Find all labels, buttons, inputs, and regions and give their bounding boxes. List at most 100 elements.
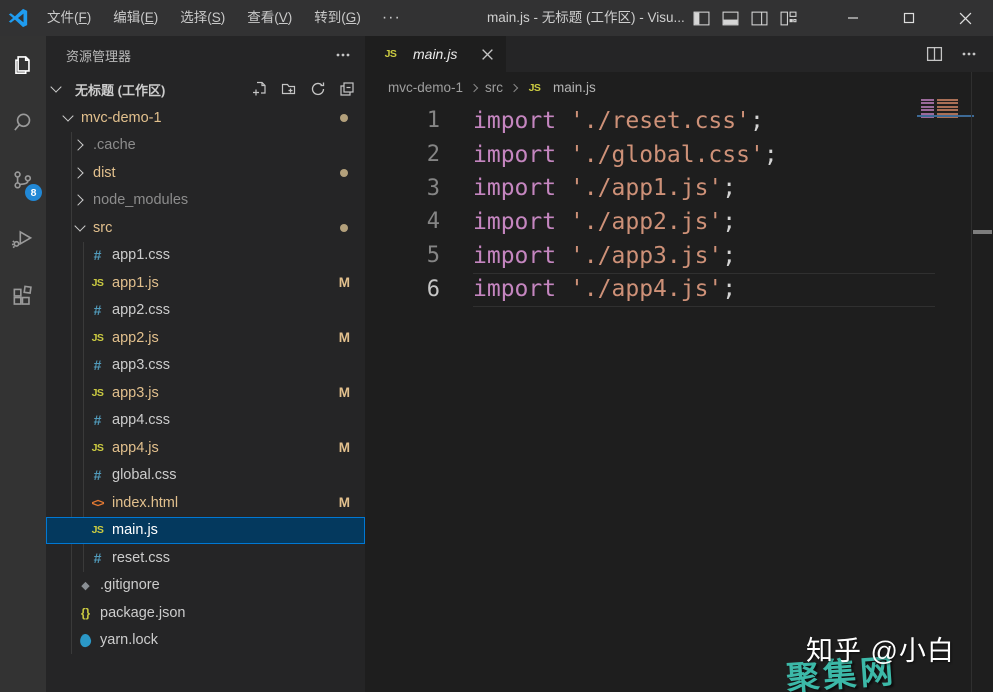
code-editor[interactable]: 1import './reset.css';2import './global.… bbox=[365, 103, 993, 692]
tree-item-src[interactable]: src bbox=[46, 214, 365, 242]
tree-item-app3.js[interactable]: app3.js M bbox=[46, 379, 365, 407]
tree-item-app3.css[interactable]: app3.css bbox=[46, 352, 365, 380]
breadcrumb: mvc-demo-1 src main.js bbox=[365, 72, 993, 103]
menu-item[interactable]: 选择(S) bbox=[169, 0, 236, 36]
tree-item-.gitignore[interactable]: .gitignore bbox=[46, 572, 365, 600]
css-file-icon bbox=[88, 357, 107, 373]
file-label: node_modules bbox=[93, 192, 188, 208]
line-number: 5 bbox=[365, 243, 440, 268]
split-editor-icon[interactable] bbox=[926, 46, 943, 62]
tree-item-app1.css[interactable]: app1.css bbox=[46, 242, 365, 270]
code-line-5[interactable]: 5 import './app3.js'; bbox=[365, 239, 993, 273]
sidebar-header: 资源管理器 bbox=[46, 36, 365, 74]
css-file-icon bbox=[88, 412, 107, 428]
json-file-icon bbox=[76, 606, 95, 620]
tree-item-app1.js[interactable]: app1.jsM bbox=[46, 269, 365, 297]
refresh-icon[interactable] bbox=[310, 81, 326, 97]
close-tab-icon[interactable] bbox=[481, 48, 494, 61]
tree-item-dist[interactable]: dist bbox=[46, 159, 365, 187]
file-label: src bbox=[93, 220, 112, 236]
tree-item-yarn.lock[interactable]: yarn.lock bbox=[46, 627, 365, 655]
file-label: app2.js bbox=[112, 330, 159, 346]
menu-item[interactable]: 编辑(E) bbox=[102, 0, 169, 36]
tree-item-app2.js[interactable]: app2.js M bbox=[46, 324, 365, 352]
minimize-button[interactable] bbox=[825, 0, 881, 36]
menu-item[interactable]: 文件(F) bbox=[36, 0, 102, 36]
chevron-right-icon bbox=[72, 195, 83, 206]
file-label: main.js bbox=[112, 522, 158, 538]
close-window-button[interactable] bbox=[937, 0, 993, 36]
workspace-section-header[interactable]: 无标题 (工作区) bbox=[46, 74, 365, 104]
git-modified-badge: M bbox=[339, 495, 350, 510]
explorer-icon[interactable] bbox=[0, 36, 46, 94]
vscode-logo-icon bbox=[0, 7, 36, 29]
menu-item[interactable]: 查看(V) bbox=[236, 0, 303, 36]
chevron-right-icon bbox=[72, 167, 83, 178]
tree-item-index.html[interactable]: index.htmlM bbox=[46, 489, 365, 517]
tree-item-app4.js[interactable]: app4.jsM bbox=[46, 434, 365, 462]
breadcrumb-item-mvc-demo-1[interactable]: mvc-demo-1 bbox=[388, 80, 463, 95]
git-modified-badge: M bbox=[339, 330, 350, 345]
title-bar: 文件(F)编辑(E)选择(S)查看(V)转到(G) ··· main.js - … bbox=[0, 0, 993, 36]
git-modified-badge: M bbox=[339, 440, 350, 455]
window-title: main.js - 无标题 (工作区) - Visu... bbox=[487, 0, 685, 36]
breadcrumb-separator-icon bbox=[470, 83, 478, 91]
css-file-icon bbox=[88, 247, 107, 263]
breadcrumb-item-file[interactable]: main.js bbox=[525, 80, 596, 95]
file-label: global.css bbox=[112, 467, 176, 483]
explorer-more-actions-icon[interactable] bbox=[335, 47, 351, 63]
new-file-icon[interactable] bbox=[252, 81, 268, 97]
tab-bar: main.js bbox=[365, 36, 993, 72]
window-controls bbox=[693, 0, 993, 36]
maximize-button[interactable] bbox=[881, 0, 937, 36]
tab-main-js[interactable]: main.js bbox=[365, 36, 507, 72]
code-line-3[interactable]: 3import './app1.js'; bbox=[365, 171, 993, 205]
file-label: app3.js bbox=[112, 385, 159, 401]
activity-bar: 8 bbox=[0, 36, 46, 692]
toggle-panel-icon[interactable] bbox=[722, 11, 739, 26]
tree-item-main.js[interactable]: main.js bbox=[46, 517, 365, 545]
editor-group: main.js mvc-demo-1 src main.js 1import './… bbox=[365, 36, 993, 692]
code-text: import './app3.js'; bbox=[473, 243, 736, 269]
chevron-down-icon bbox=[62, 110, 73, 121]
toggle-sidebar-icon[interactable] bbox=[693, 11, 710, 26]
search-icon[interactable] bbox=[0, 94, 46, 152]
tree-item-global.css[interactable]: global.css bbox=[46, 462, 365, 490]
tree-item-reset.css[interactable]: reset.css bbox=[46, 544, 365, 572]
vscode-window: { "window": { "title": "main.js - 无标题 (工… bbox=[0, 0, 993, 692]
breadcrumb-item-src[interactable]: src bbox=[485, 80, 503, 95]
code-text: import './reset.css'; bbox=[473, 108, 764, 134]
file-label: package.json bbox=[100, 605, 185, 621]
run-debug-icon[interactable] bbox=[0, 210, 46, 268]
file-label: .cache bbox=[93, 137, 136, 153]
git-modified-badge: M bbox=[339, 385, 350, 400]
file-label: app1.css bbox=[112, 247, 170, 263]
source-control-icon[interactable]: 8 bbox=[0, 152, 46, 210]
menu-item[interactable]: 转到(G) bbox=[303, 0, 372, 36]
menu-overflow-button[interactable]: ··· bbox=[372, 0, 411, 36]
extensions-icon[interactable] bbox=[0, 268, 46, 326]
tree-item-app2.css[interactable]: app2.css bbox=[46, 297, 365, 325]
code-line-6[interactable]: 6import './app4.js'; bbox=[365, 272, 993, 306]
yarn-file-icon bbox=[76, 634, 95, 647]
css-file-icon bbox=[88, 467, 107, 483]
code-line-1[interactable]: 1import './reset.css'; bbox=[365, 104, 993, 138]
tree-item-package.json[interactable]: package.json bbox=[46, 599, 365, 627]
customize-layout-icon[interactable] bbox=[780, 11, 797, 26]
git-modified-badge: M bbox=[339, 275, 350, 290]
toggle-secondary-sidebar-icon[interactable] bbox=[751, 11, 768, 26]
code-line-4[interactable]: 4import './app2.js'; bbox=[365, 205, 993, 239]
tree-item-app4.css[interactable]: app4.css bbox=[46, 407, 365, 435]
file-label: app2.css bbox=[112, 302, 170, 318]
editor-more-actions-icon[interactable] bbox=[961, 46, 977, 62]
watermark-author: 知乎 @小白 bbox=[806, 629, 955, 668]
js-file-icon bbox=[88, 277, 107, 289]
new-folder-icon[interactable] bbox=[281, 81, 297, 97]
tree-item-.cache[interactable]: .cache bbox=[46, 132, 365, 160]
modified-dot-indicator bbox=[340, 224, 348, 232]
tree-item-node_modules[interactable]: node_modules bbox=[46, 187, 365, 215]
file-label: app3.css bbox=[112, 357, 170, 373]
tree-item-mvc-demo-1[interactable]: mvc-demo-1 bbox=[46, 104, 365, 132]
code-line-2[interactable]: 2import './global.css'; bbox=[365, 138, 993, 172]
collapse-all-icon[interactable] bbox=[339, 81, 355, 97]
